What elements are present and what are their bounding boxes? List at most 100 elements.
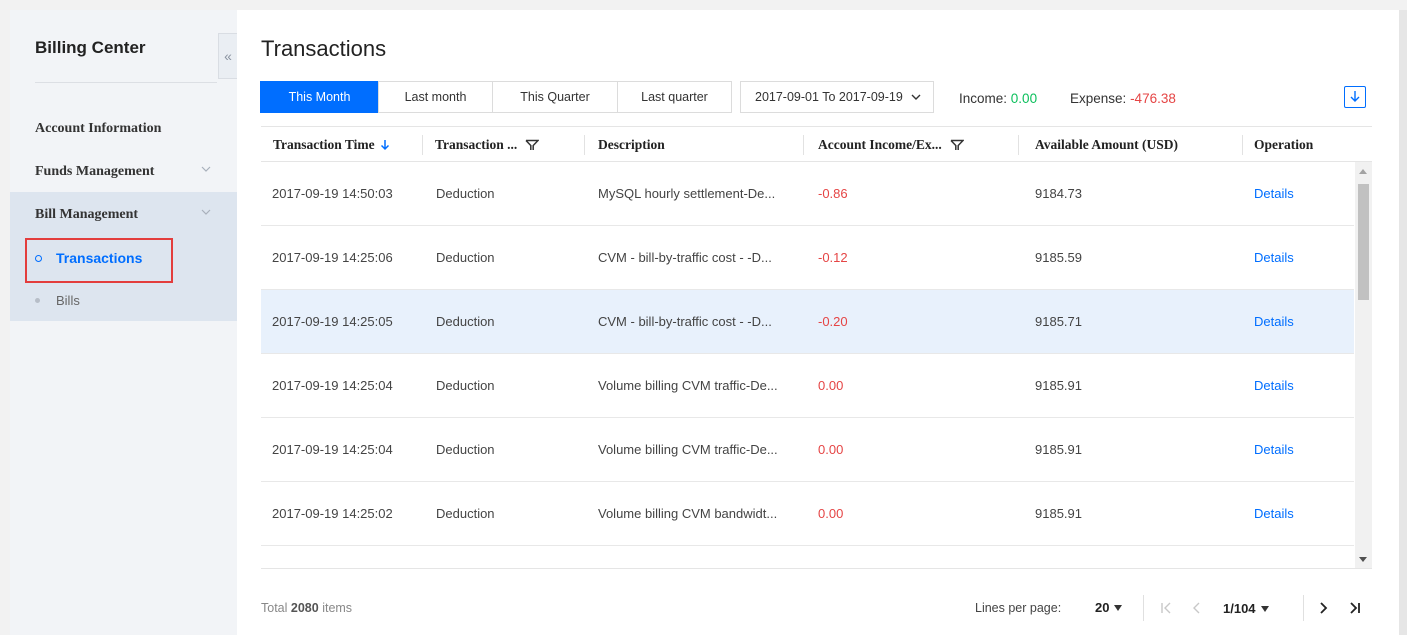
sidebar-item-funds-management[interactable]: Funds Management [10,150,237,194]
cell-type: Deduction [436,378,495,393]
page-title: Transactions [261,36,387,61]
sort-desc-icon [380,139,389,150]
download-button[interactable] [1344,86,1366,108]
income-label: Income: [959,91,1008,106]
cell-available-amount: 9185.91 [1035,506,1082,521]
details-link[interactable]: Details [1254,418,1294,481]
cell-description: CVM - bill-by-traffic cost - -D... [598,314,772,329]
cell-available-amount: 9185.59 [1035,250,1082,265]
cell-description: MySQL hourly settlement-De... [598,186,776,201]
scroll-down-icon[interactable] [1359,557,1367,562]
cell-time: 2017-09-19 14:25:05 [272,314,393,329]
column-header-label: Transaction ... [435,136,518,152]
tab-last-quarter[interactable]: Last quarter [617,81,732,113]
details-link[interactable]: Details [1254,290,1294,353]
date-range-value: 2017-09-01 To 2017-09-19 [755,90,903,104]
table-body: 2017-09-19 14:50:03 Deduction MySQL hour… [261,162,1354,568]
column-header-label: Transaction Time [273,136,375,152]
column-separator [1242,135,1243,155]
details-link[interactable]: Details [1254,482,1294,545]
download-icon [1350,91,1360,102]
column-header-label: Account Income/Ex... [818,136,942,152]
chevron-down-icon [201,166,211,172]
next-page-button[interactable] [1311,595,1335,621]
sidebar-subitem-bills[interactable]: Bills [35,293,80,308]
table-header: Transaction Time Transaction ... Descrip… [261,126,1372,162]
first-page-button[interactable] [1154,595,1178,621]
filter-icon[interactable] [950,139,964,151]
cell-type: Deduction [436,186,495,201]
cell-income-expense: -0.20 [818,314,848,329]
column-separator [803,135,804,155]
chevron-down-icon [201,209,211,215]
column-separator [422,135,423,155]
cell-type: Deduction [436,250,495,265]
total-suffix: items [322,601,353,615]
cell-time: 2017-09-19 14:25:06 [272,250,393,265]
app-window: Billing Center Account Information Funds… [0,0,1407,635]
prev-page-button[interactable] [1185,595,1209,621]
page-scrollbar[interactable] [1399,10,1407,635]
last-page-icon [1350,602,1360,614]
total-prefix: Total [261,601,288,615]
tab-this-month[interactable]: This Month [260,81,379,113]
sidebar-title: Billing Center [35,38,146,57]
table-row: 2017-09-19 14:25:02 Deduction Volume bil… [261,482,1354,546]
cell-time: 2017-09-19 14:25:04 [272,378,393,393]
table-row: 2017-09-19 14:25:04 Deduction Volume bil… [261,418,1354,482]
column-header-transaction-time[interactable]: Transaction Time [273,127,390,162]
cell-time: 2017-09-19 14:25:04 [272,442,393,457]
column-header-operation: Operation [1254,136,1314,152]
cell-time: 2017-09-19 14:50:03 [272,186,393,201]
page-select[interactable]: 1/104 [1223,601,1269,616]
table-row: 2017-09-19 14:25:06 Deduction CVM - bill… [261,226,1354,290]
sidebar-subitem-label: Bills [56,293,80,308]
total-count: 2080 [290,601,319,615]
income-value: 0.00 [1010,91,1038,106]
first-page-icon [1161,602,1171,614]
page-value: 1/104 [1223,601,1256,616]
column-header-description[interactable]: Description [598,127,665,162]
last-page-button[interactable] [1343,595,1367,621]
cell-available-amount: 9185.91 [1035,442,1082,457]
details-link[interactable]: Details [1254,354,1294,417]
details-link[interactable]: Details [1254,226,1294,289]
column-separator [1018,135,1019,155]
expense-value: -476.38 [1130,91,1176,106]
expense-summary: Expense: -476.38 [1070,91,1176,106]
cell-income-expense: 0.00 [818,378,844,393]
column-header-transaction-type[interactable]: Transaction ... [435,127,540,162]
scroll-up-icon[interactable] [1359,169,1367,174]
table-bottom-border [261,568,1372,569]
column-header-income-expense[interactable]: Account Income/Ex... [818,127,964,162]
main-panel: Transactions This Month Last month This … [237,10,1399,635]
sidebar-item-bill-management[interactable]: Bill Management [10,193,237,237]
sidebar-divider [35,82,217,83]
lines-per-page-select[interactable]: 20 [1095,600,1123,615]
column-header-available-amount[interactable]: Available Amount (USD) [1035,127,1178,162]
sidebar-item-account-information[interactable]: Account Information [10,107,237,151]
expense-label: Expense: [1070,91,1127,106]
tab-this-quarter[interactable]: This Quarter [492,81,618,113]
cell-type: Deduction [436,314,495,329]
filter-icon[interactable] [525,139,540,151]
table-row-highlighted: 2017-09-19 14:25:05 Deduction CVM - bill… [261,290,1354,354]
period-toolbar: This Month Last month This Quarter Last … [260,81,934,113]
caret-down-icon [1114,604,1123,611]
cell-income-expense: -0.86 [818,186,848,201]
cell-income-expense: 0.00 [818,506,844,521]
double-chevron-left-icon: « [224,48,232,64]
cell-description: Volume billing CVM bandwidt... [598,506,778,521]
details-link[interactable]: Details [1254,162,1294,225]
table-scrollbar[interactable] [1355,162,1372,568]
chevron-down-icon [911,94,921,100]
date-range-picker[interactable]: 2017-09-01 To 2017-09-19 [740,81,934,113]
sidebar-item-label: Account Information [35,121,162,136]
scrollbar-thumb[interactable] [1358,184,1369,300]
sidebar-collapse-button[interactable]: « [218,33,237,79]
chevron-left-icon [1193,602,1200,614]
sidebar-item-label: Bill Management [35,207,139,222]
table-row: 2017-09-19 14:50:03 Deduction MySQL hour… [261,162,1354,226]
tab-last-month[interactable]: Last month [378,81,493,113]
cell-type: Deduction [436,442,495,457]
